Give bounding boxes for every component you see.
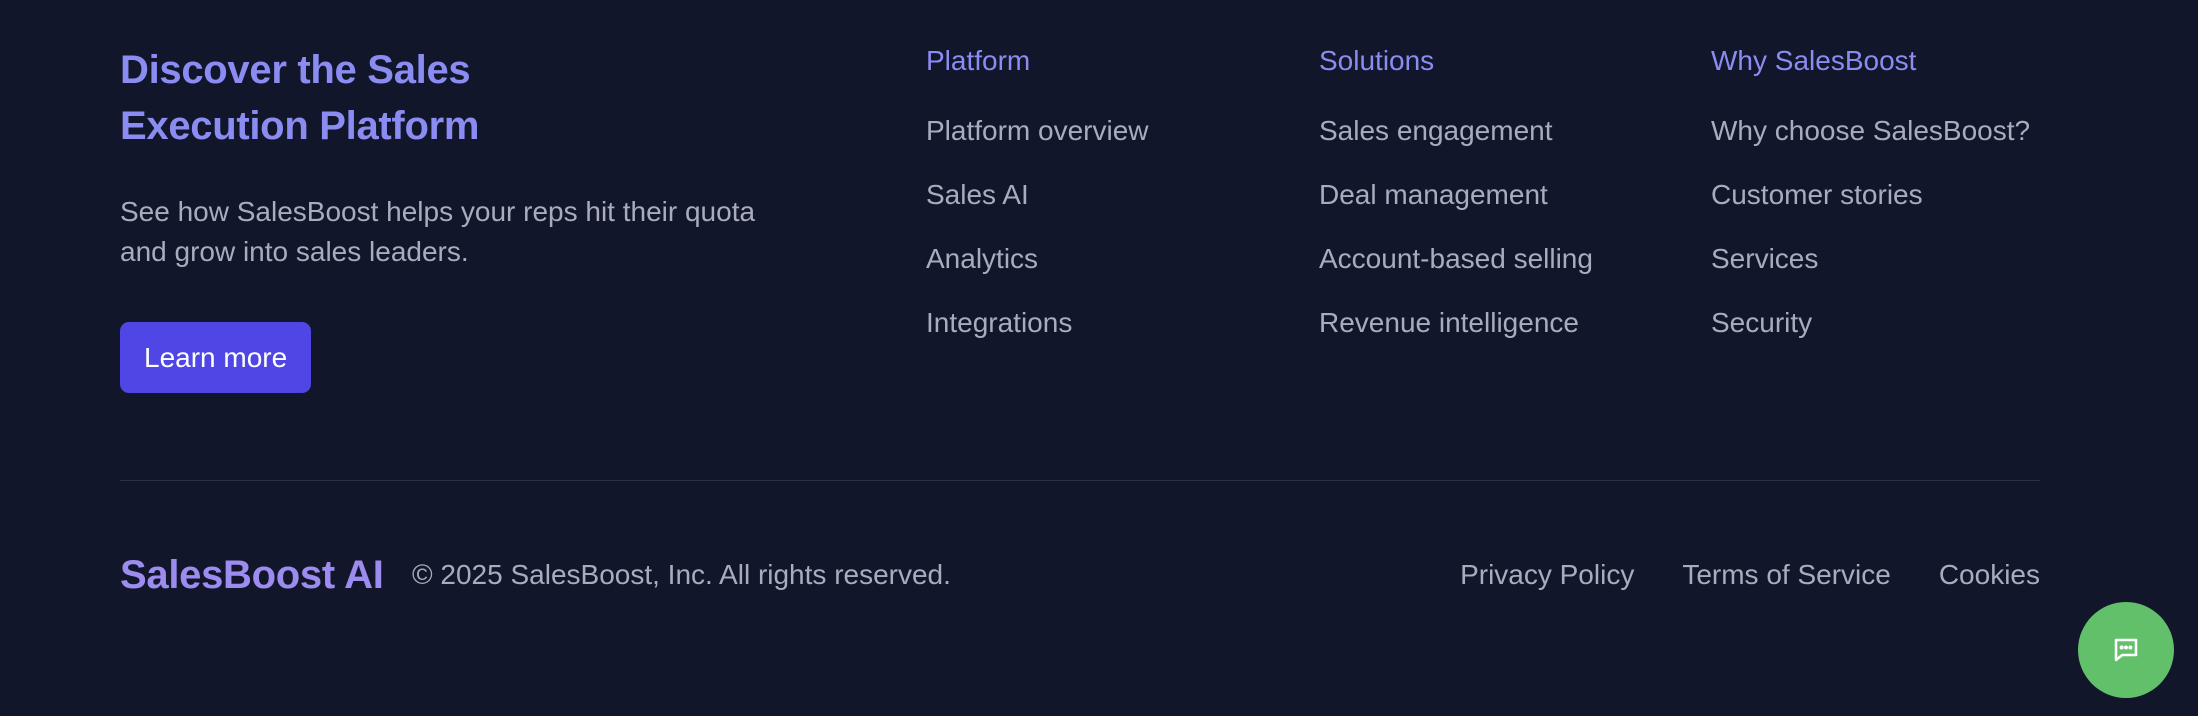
footer-link[interactable]: Customer stories [1711,178,2030,212]
footer-link[interactable]: Why choose SalesBoost? [1711,114,2030,148]
footer-link[interactable]: Revenue intelligence [1319,306,1593,340]
footer-column-why-salesboost: Why SalesBoost Why choose SalesBoost? Cu… [1711,44,2030,370]
brand-logo[interactable]: SalesBoost AI [120,550,384,600]
terms-of-service-link[interactable]: Terms of Service [1682,556,1891,594]
footer-divider [120,480,2040,481]
footer-link[interactable]: Services [1711,242,2030,276]
footer-link[interactable]: Integrations [926,306,1149,340]
footer-link[interactable]: Sales AI [926,178,1149,212]
chat-bubble-icon [2114,638,2138,662]
site-footer: Discover the Sales Execution Platform Se… [0,0,2198,716]
learn-more-button[interactable]: Learn more [120,322,312,393]
copyright-text: © 2025 SalesBoost, Inc. All rights reser… [412,559,951,590]
footer-link[interactable]: Analytics [926,242,1149,276]
footer-link[interactable]: Security [1711,306,2030,340]
footer-link[interactable]: Sales engagement [1319,114,1593,148]
chat-button[interactable] [2078,602,2174,698]
column-heading: Solutions [1319,45,1435,76]
promo-description: See how SalesBoost helps your reps hit t… [120,196,756,267]
footer-column-platform: Platform Platform overview Sales AI Anal… [926,44,1149,370]
cookies-link[interactable]: Cookies [1939,556,2040,594]
footer-link[interactable]: Account-based selling [1319,242,1593,276]
footer-column-solutions: Solutions Sales engagement Deal manageme… [1319,44,1593,370]
footer-link[interactable]: Deal management [1319,178,1593,212]
privacy-policy-link[interactable]: Privacy Policy [1460,556,1634,594]
column-heading: Platform [926,45,1031,76]
legal-links: Privacy Policy Terms of Service Cookies [1460,556,2040,594]
footer-link[interactable]: Platform overview [926,114,1149,148]
column-heading: Why SalesBoost [1711,45,1917,76]
promo-title: Discover the Sales Execution Platform [120,48,480,148]
promo-section: Discover the Sales Execution Platform Se… [120,42,820,393]
